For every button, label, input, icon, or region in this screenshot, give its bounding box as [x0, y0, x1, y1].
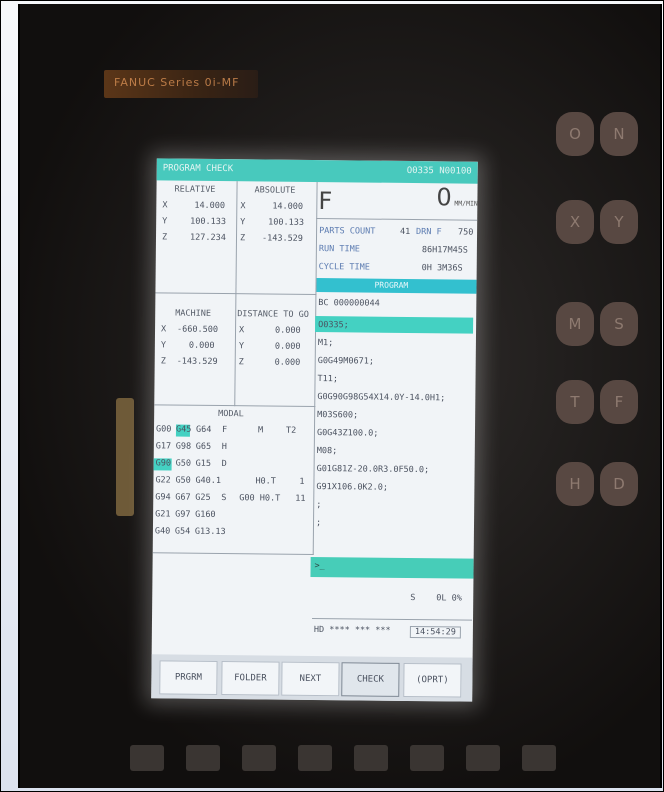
photo-background: FANUC Series 0i-MF O N X Y M S T F H D P…: [0, 0, 664, 792]
